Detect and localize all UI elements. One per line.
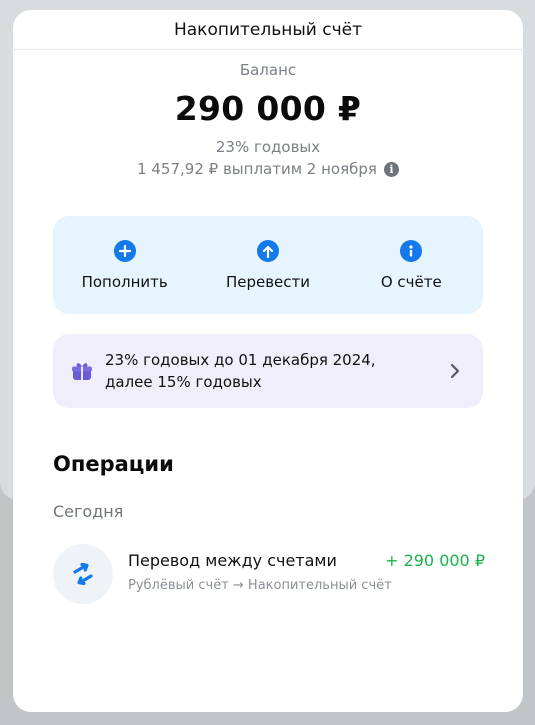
about-account-label: О счёте [380, 273, 442, 291]
transfer-arrows-icon [53, 544, 113, 604]
operation-row[interactable]: Перевод между счетами + 290 000 ₽ Рублёв… [53, 544, 485, 604]
promo-text: 23% годовых до 01 декабря 2024, далее 15… [105, 349, 449, 393]
info-icon [400, 240, 423, 262]
promo-line-2: далее 15% годовых [105, 373, 262, 391]
sheet-header: Накопительный счёт [13, 10, 523, 50]
promo-banner[interactable]: 23% годовых до 01 декабря 2024, далее 15… [53, 334, 483, 408]
top-up-label: Пополнить [81, 273, 168, 291]
balance-label: Баланс [239, 61, 297, 79]
about-account-button[interactable]: О счёте [346, 216, 476, 291]
chevron-right-icon [450, 363, 460, 379]
operation-details: Перевод между счетами + 290 000 ₽ Рублёв… [128, 544, 485, 593]
operation-title: Перевод между счетами [128, 551, 337, 570]
transfer-button[interactable]: Перевести [203, 216, 333, 291]
sheet-title: Накопительный счёт [173, 19, 363, 40]
actions-panel: Пополнить Перевести О счёте [53, 216, 483, 314]
arrow-up-icon [256, 240, 279, 262]
operation-amount: + 290 000 ₽ [385, 551, 485, 570]
payout-info: 1 457,92 ₽ выплатим 2 ноября i [13, 160, 523, 178]
promo-line-1: 23% годовых до 01 декабря 2024, [105, 351, 376, 369]
top-up-button[interactable]: Пополнить [60, 216, 190, 291]
plus-icon [113, 240, 136, 262]
operation-title-row: Перевод между счетами + 290 000 ₽ [128, 551, 485, 570]
operation-subtitle: Рублёвый счёт → Накопительный счёт [128, 578, 392, 593]
savings-account-sheet: Накопительный счёт Баланс 290 000 ₽ 23% … [13, 10, 523, 712]
operations-title: Операции [53, 452, 174, 476]
date-group-label: Сегодня [53, 502, 124, 521]
balance-amount: 290 000 ₽ [174, 89, 362, 128]
transfer-label: Перевести [225, 273, 311, 291]
gift-icon [72, 363, 92, 380]
interest-rate: 23% годовых [215, 138, 321, 156]
info-icon[interactable]: i [383, 161, 399, 177]
payout-text: 1 457,92 ₽ выплатим 2 ноября [137, 160, 377, 178]
